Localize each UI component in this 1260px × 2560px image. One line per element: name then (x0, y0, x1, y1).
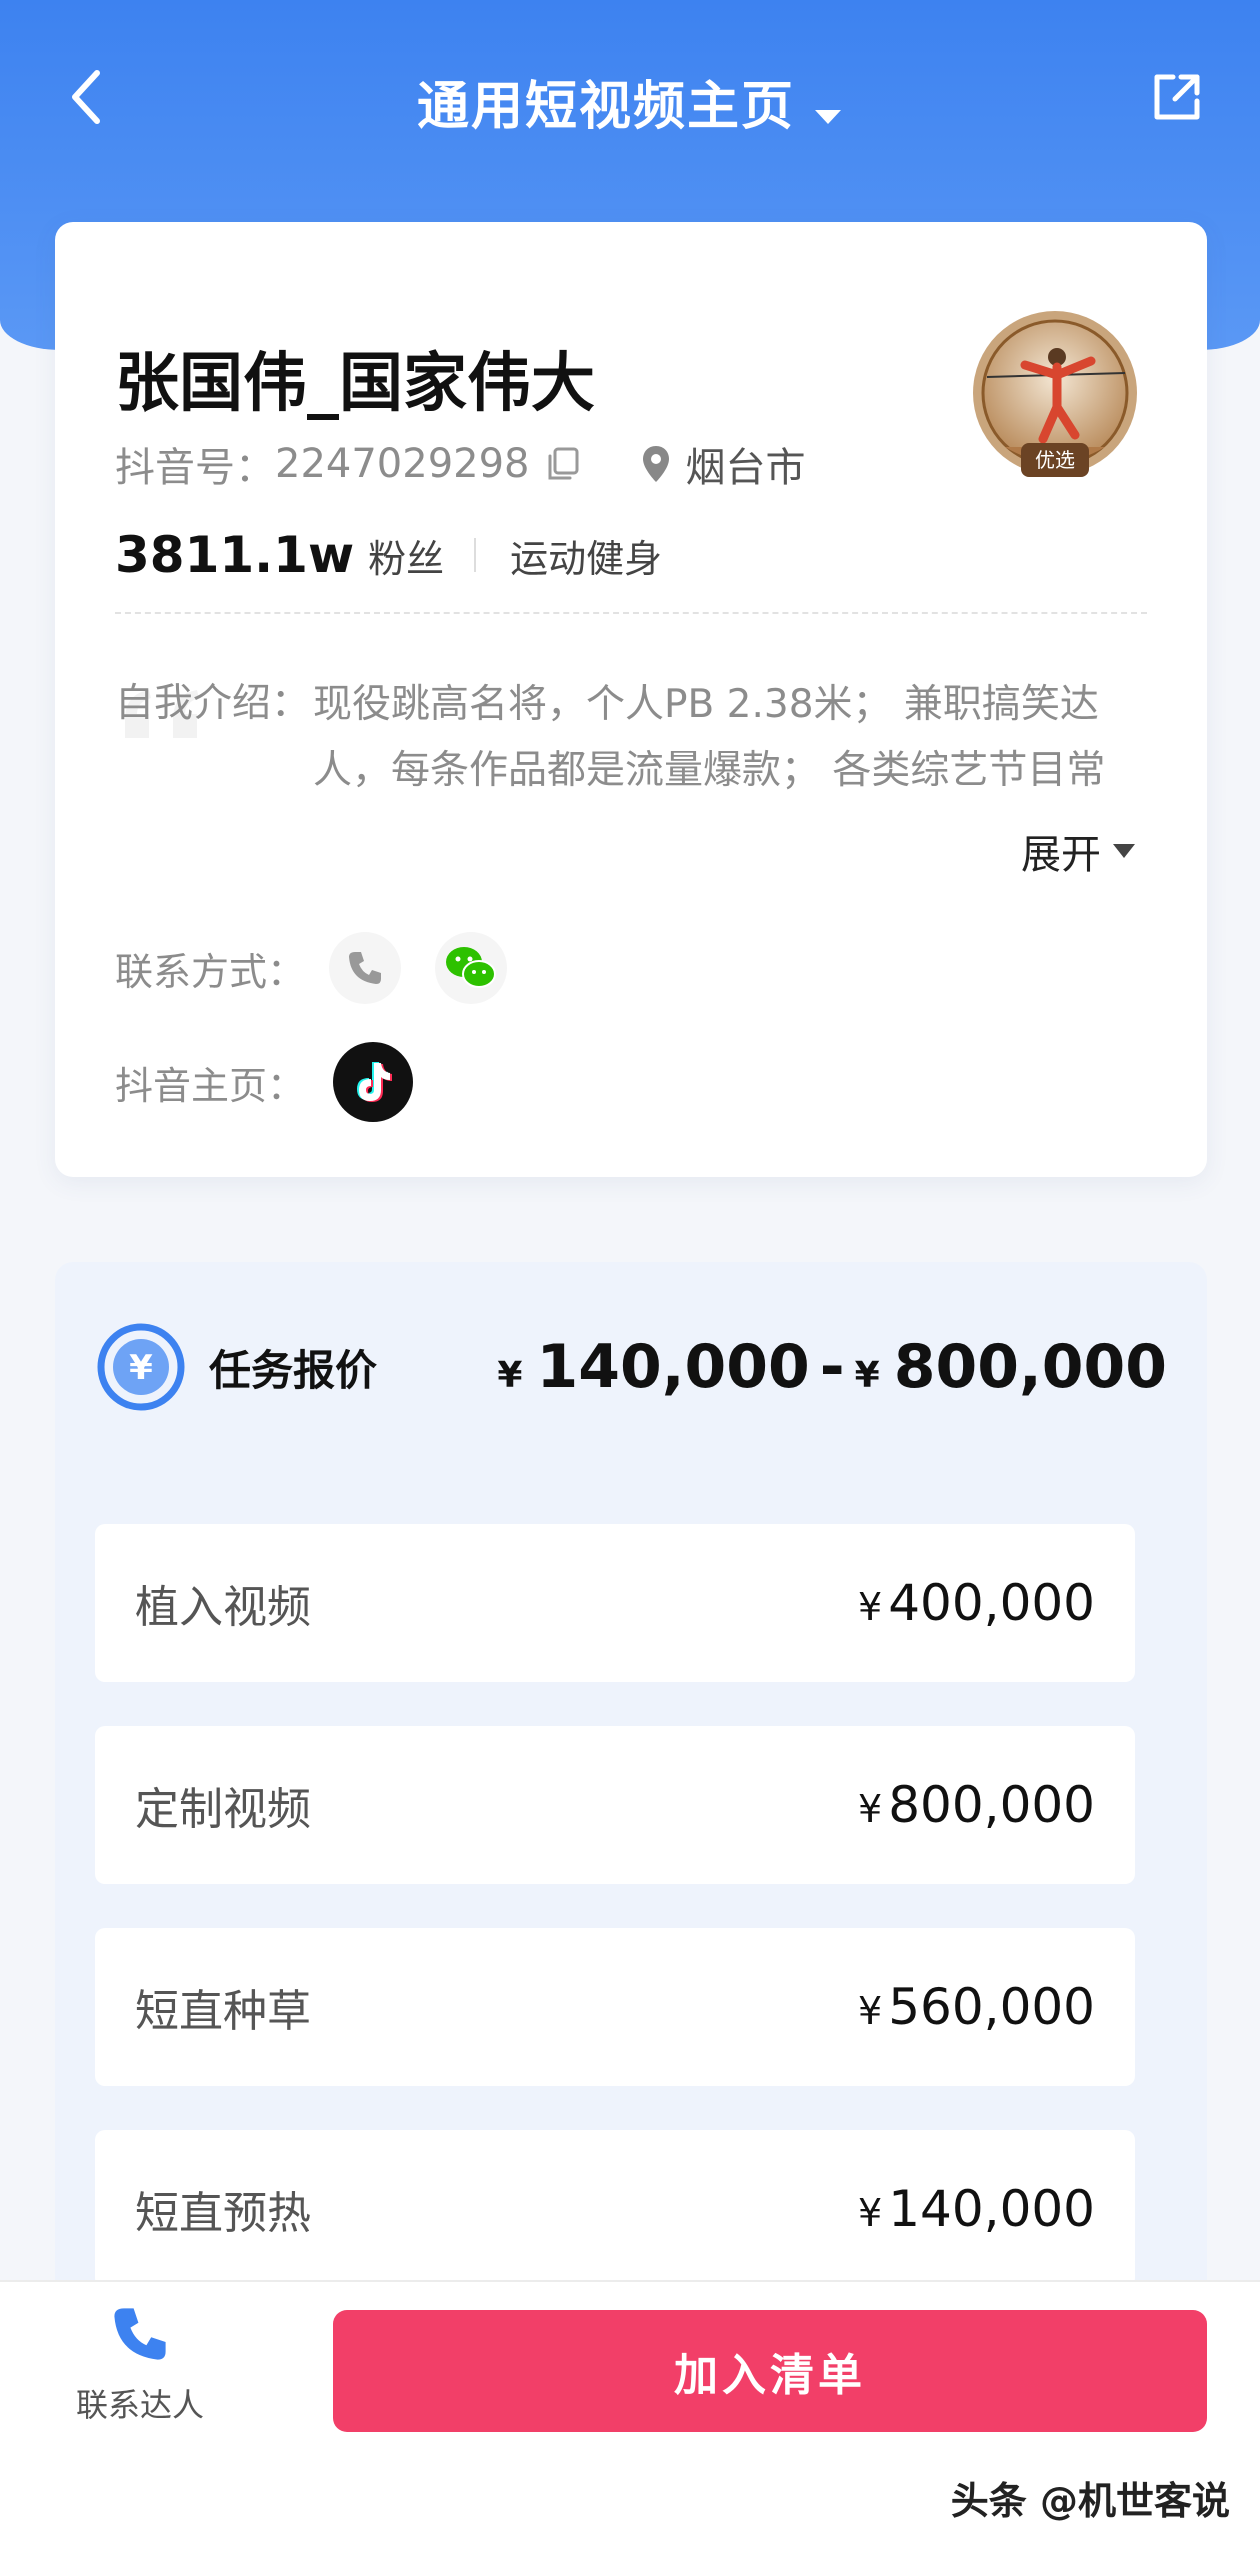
price-item-value: ¥400,000 (858, 1574, 1095, 1632)
currency-symbol: ¥ (858, 1585, 883, 1629)
currency-symbol: ¥ (858, 2191, 883, 2235)
copy-icon[interactable] (544, 445, 582, 483)
price-min: 140,000 (536, 1332, 810, 1402)
divider (474, 538, 477, 572)
currency-symbol: ¥ (497, 1355, 523, 1396)
intro-text: 现役跳高名将，个人PB 2.38米； 兼职搞笑达人，每条作品都是流量爆款； 各类… (313, 682, 1106, 793)
price-range: ¥ 140,000 - ¥ 800,000 (497, 1332, 1167, 1402)
page-title-dropdown[interactable]: 通用短视频主页 (0, 64, 1260, 140)
price-item-value: ¥560,000 (858, 1978, 1095, 2036)
section-divider (115, 612, 1147, 614)
currency-symbol: ¥ (858, 1989, 883, 2033)
expand-button[interactable]: 展开 (1021, 822, 1137, 880)
phone-icon (349, 952, 382, 984)
phone-contact-button[interactable] (329, 932, 402, 1004)
price-item[interactable]: 植入视频 ¥400,000 (95, 1524, 1135, 1682)
douyin-id-label: 抖音号： (115, 445, 275, 491)
contact-influencer-button[interactable]: 联系达人 (50, 2302, 230, 2452)
price-item-label: 植入视频 (135, 1582, 311, 1633)
watermark: 头条 @机世客说 (950, 2479, 1230, 2523)
price-amount: 560,000 (888, 1978, 1095, 2036)
contact-influencer-label: 联系达人 (75, 2386, 204, 2424)
price-amount: 140,000 (888, 2180, 1095, 2238)
profile-name: 张国伟_国家伟大 (115, 347, 595, 421)
price-item[interactable]: 短直预热 ¥140,000 (95, 2130, 1135, 2288)
top-nav: 通用短视频主页 (0, 40, 1260, 160)
price-item[interactable]: 定制视频 ¥800,000 (95, 1726, 1135, 1884)
wechat-contact-button[interactable] (435, 932, 508, 1004)
douyin-home-button[interactable] (333, 1042, 414, 1122)
category-tag: 运动健身 (510, 536, 663, 581)
avatar-badge: 优选 (1035, 448, 1075, 472)
location-text: 烟台市 (685, 445, 806, 491)
range-dash: - (819, 1332, 845, 1402)
tiktok-icon (357, 1062, 393, 1102)
location-pin-icon (642, 446, 669, 482)
yen-symbol: ¥ (129, 1348, 153, 1388)
profile-card: 张国伟_国家伟大 优选 抖音号： 2247029298 烟台市 3811.1w … (55, 222, 1207, 1177)
price-max: 800,000 (893, 1332, 1167, 1402)
pricing-title: 任务报价 (209, 1345, 378, 1395)
price-item-label: 短直种草 (135, 1986, 311, 2037)
currency-symbol: ¥ (854, 1355, 880, 1396)
price-item-value: ¥140,000 (858, 2180, 1095, 2238)
fans-label: 粉丝 (368, 536, 445, 581)
expand-label: 展开 (1021, 832, 1101, 878)
price-amount: 800,000 (888, 1776, 1095, 1834)
wechat-icon (446, 947, 497, 988)
caret-down-icon (813, 80, 843, 140)
yen-coin-icon: ¥ (97, 1323, 185, 1411)
price-amount: 400,000 (888, 1574, 1095, 1632)
fans-count: 3811.1w (115, 526, 355, 584)
contact-row: 联系方式： (115, 932, 508, 1004)
stats-row: 3811.1w 粉丝 运动健身 (115, 522, 662, 588)
douyin-label: 抖音主页： (115, 1063, 306, 1108)
price-item[interactable]: 短直种草 ¥560,000 (95, 1928, 1135, 2086)
pricing-header: ¥ 任务报价 ¥ 140,000 - ¥ 800,000 (95, 1317, 1167, 1417)
price-item-label: 定制视频 (135, 1784, 311, 1835)
triangle-down-icon (1113, 844, 1135, 858)
intro-label: 自我介绍： (115, 681, 311, 726)
price-item-label: 短直预热 (135, 2188, 311, 2239)
douyin-row: 抖音主页： (115, 1042, 414, 1122)
meta-row: 抖音号： 2247029298 烟台市 (115, 434, 806, 494)
add-to-list-button[interactable]: 加入清单 (333, 2310, 1207, 2432)
price-item-value: ¥800,000 (858, 1776, 1095, 1834)
share-external-icon (1154, 74, 1200, 120)
share-button[interactable] (1142, 62, 1212, 132)
douyin-id-value: 2247029298 (275, 441, 530, 487)
avatar[interactable]: 优选 (965, 307, 1145, 487)
currency-symbol: ¥ (858, 1787, 883, 1831)
page-title: 通用短视频主页 (416, 77, 795, 137)
phone-icon (114, 2308, 166, 2360)
location: 烟台市 (640, 435, 806, 493)
contact-label: 联系方式： (115, 949, 306, 994)
